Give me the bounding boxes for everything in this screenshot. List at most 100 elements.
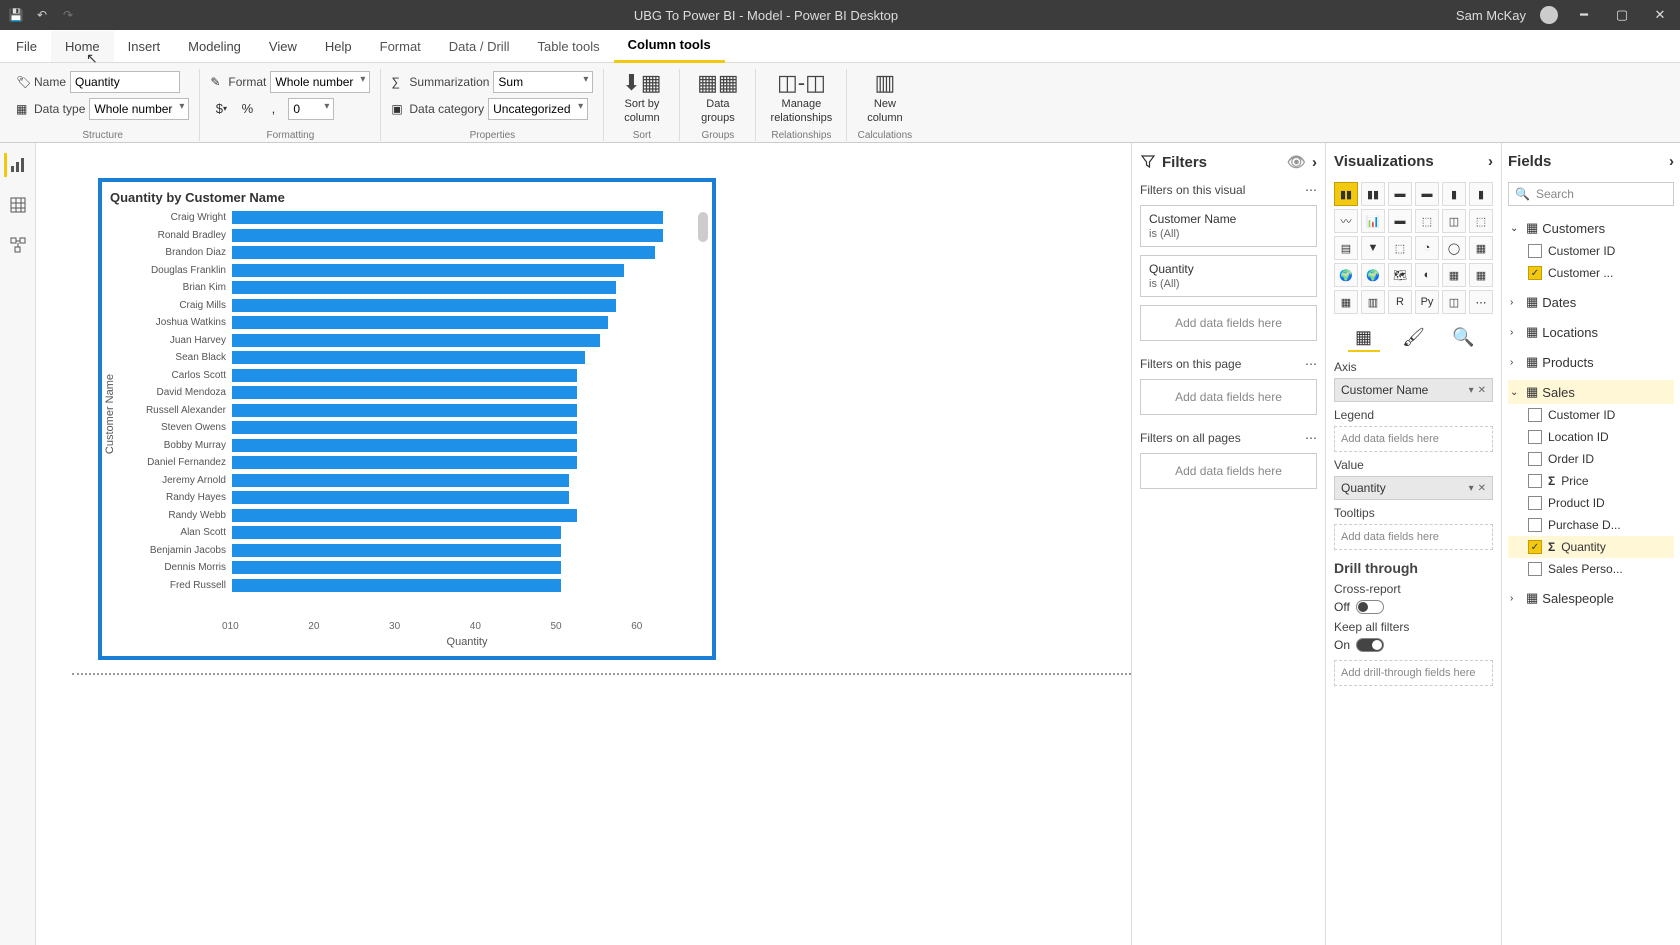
report-view-icon[interactable] <box>4 153 28 177</box>
viz-type-10[interactable]: ◫ <box>1442 209 1466 233</box>
field-customer-id[interactable]: Customer ID <box>1508 240 1674 262</box>
checkbox[interactable] <box>1528 430 1542 444</box>
report-canvas[interactable]: Quantity by Customer Name Customer Name … <box>36 143 1132 945</box>
bar-row[interactable]: Joshua Watkins <box>118 314 702 332</box>
viz-type-5[interactable]: ▮ <box>1469 182 1493 206</box>
menu-help[interactable]: Help <box>311 31 366 62</box>
menu-column-tools[interactable]: Column tools <box>614 29 725 63</box>
viz-type-25[interactable]: ▥ <box>1361 290 1385 314</box>
more-icon[interactable]: ⋯ <box>1305 357 1317 371</box>
bar-row[interactable]: Alan Scott <box>118 524 702 542</box>
bar-row[interactable]: Craig Wright <box>118 209 702 227</box>
field-table-dates[interactable]: ›▦Dates <box>1508 290 1674 314</box>
checkbox[interactable] <box>1528 408 1542 422</box>
collapse-fields-icon[interactable]: › <box>1669 153 1674 170</box>
remove-icon[interactable]: ✕ <box>1478 483 1486 494</box>
viz-type-26[interactable]: R <box>1388 290 1412 314</box>
percent-button[interactable]: % <box>236 98 258 120</box>
menu-view[interactable]: View <box>255 31 311 62</box>
field-location-id[interactable]: Location ID <box>1508 426 1674 448</box>
bar-row[interactable]: Ronald Bradley <box>118 227 702 245</box>
model-view-icon[interactable] <box>6 233 30 257</box>
field-customer-[interactable]: ✓Customer ... <box>1508 262 1674 284</box>
data-view-icon[interactable] <box>6 193 30 217</box>
bar-row[interactable]: Bobby Murray <box>118 437 702 455</box>
datagroups-button[interactable]: ▦▦ Data groups <box>690 69 745 125</box>
chevron-down-icon[interactable]: ▾ <box>1469 385 1474 396</box>
bar-row[interactable]: Steven Owens <box>118 419 702 437</box>
viz-type-28[interactable]: ◫ <box>1442 290 1466 314</box>
format-select[interactable] <box>270 71 370 93</box>
field-table-locations[interactable]: ›▦Locations <box>1508 320 1674 344</box>
viz-type-18[interactable]: 🌍 <box>1334 263 1358 287</box>
name-input[interactable] <box>70 71 180 93</box>
relationships-button[interactable]: ◫-◫ Manage relationships <box>766 69 836 125</box>
drillthrough-drop[interactable]: Add drill-through fields here <box>1334 660 1493 686</box>
viz-type-19[interactable]: 🌍 <box>1361 263 1385 287</box>
bar-row[interactable]: Carlos Scott <box>118 367 702 385</box>
datacategory-select[interactable] <box>488 98 588 120</box>
datatype-select[interactable] <box>89 98 189 120</box>
viz-type-15[interactable]: ◔ <box>1415 236 1439 260</box>
field-sales-perso-[interactable]: Sales Perso... <box>1508 558 1674 580</box>
bar-row[interactable]: Brandon Diaz <box>118 244 702 262</box>
viz-type-16[interactable]: ◯ <box>1442 236 1466 260</box>
field-table-sales[interactable]: ⌄▦Sales <box>1508 380 1674 404</box>
checkbox[interactable] <box>1528 496 1542 510</box>
field-order-id[interactable]: Order ID <box>1508 448 1674 470</box>
checkbox[interactable] <box>1528 562 1542 576</box>
more-icon[interactable]: ⋯ <box>1305 431 1317 445</box>
bar-chart-visual[interactable]: Quantity by Customer Name Customer Name … <box>98 178 716 660</box>
checkbox[interactable]: ✓ <box>1528 540 1542 554</box>
sortby-button[interactable]: ⬇▦ Sort by column <box>614 69 669 125</box>
field-table-products[interactable]: ›▦Products <box>1508 350 1674 374</box>
summarization-select[interactable] <box>493 71 593 93</box>
bar-row[interactable]: Craig Mills <box>118 297 702 315</box>
collapse-filters-icon[interactable]: › <box>1312 154 1317 171</box>
add-all-filter[interactable]: Add data fields here <box>1140 453 1317 489</box>
chart-scrollbar[interactable] <box>698 212 708 242</box>
viz-type-13[interactable]: ▼ <box>1361 236 1385 260</box>
bar-row[interactable]: Benjamin Jacobs <box>118 542 702 560</box>
axis-field[interactable]: Customer Name ▾✕ <box>1334 378 1493 402</box>
checkbox[interactable] <box>1528 518 1542 532</box>
more-icon[interactable]: ⋯ <box>1305 183 1317 197</box>
legend-drop[interactable]: Add data fields here <box>1334 426 1493 452</box>
bar-row[interactable]: Randy Hayes <box>118 489 702 507</box>
filter-card[interactable]: Customer Nameis (All) <box>1140 205 1317 247</box>
bar-row[interactable]: Sean Black <box>118 349 702 367</box>
viz-type-22[interactable]: ▦ <box>1442 263 1466 287</box>
bar-row[interactable]: Dennis Morris <box>118 559 702 577</box>
filter-card[interactable]: Quantityis (All) <box>1140 255 1317 297</box>
viz-type-3[interactable]: ▬ <box>1415 182 1439 206</box>
field-product-id[interactable]: Product ID <box>1508 492 1674 514</box>
bar-row[interactable]: Jeremy Arnold <box>118 472 702 490</box>
avatar[interactable] <box>1540 6 1558 24</box>
close-icon[interactable]: ✕ <box>1648 3 1672 27</box>
viz-type-6[interactable]: 〰 <box>1334 209 1358 233</box>
fields-tab-icon[interactable]: ▦ <box>1348 324 1380 352</box>
currency-button[interactable]: $▾ <box>210 98 232 120</box>
menu-table-tools[interactable]: Table tools <box>523 31 613 62</box>
bar-row[interactable]: Russell Alexander <box>118 402 702 420</box>
checkbox[interactable] <box>1528 452 1542 466</box>
keepfilters-toggle[interactable]: On <box>1334 638 1493 652</box>
viz-type-11[interactable]: ⬚ <box>1469 209 1493 233</box>
viz-type-0[interactable]: ▮▮ <box>1334 182 1358 206</box>
field-table-customers[interactable]: ⌄▦Customers <box>1508 216 1674 240</box>
analytics-tab-icon[interactable]: 🔍 <box>1448 324 1480 352</box>
chevron-down-icon[interactable]: ▾ <box>1469 483 1474 494</box>
checkbox[interactable] <box>1528 244 1542 258</box>
viz-type-1[interactable]: ▮▮ <box>1361 182 1385 206</box>
minimize-icon[interactable]: ━ <box>1572 3 1596 27</box>
bar-row[interactable]: Fred Russell <box>118 577 702 595</box>
viz-type-23[interactable]: ▦ <box>1469 263 1493 287</box>
eye-icon[interactable]: 👁 <box>1287 153 1306 171</box>
viz-type-12[interactable]: ▤ <box>1334 236 1358 260</box>
tooltips-drop[interactable]: Add data fields here <box>1334 524 1493 550</box>
viz-type-9[interactable]: ⬚ <box>1415 209 1439 233</box>
bar-row[interactable]: Brian Kim <box>118 279 702 297</box>
field-price[interactable]: ΣPrice <box>1508 470 1674 492</box>
menu-format[interactable]: Format <box>366 31 435 62</box>
menu-insert[interactable]: Insert <box>114 31 175 62</box>
